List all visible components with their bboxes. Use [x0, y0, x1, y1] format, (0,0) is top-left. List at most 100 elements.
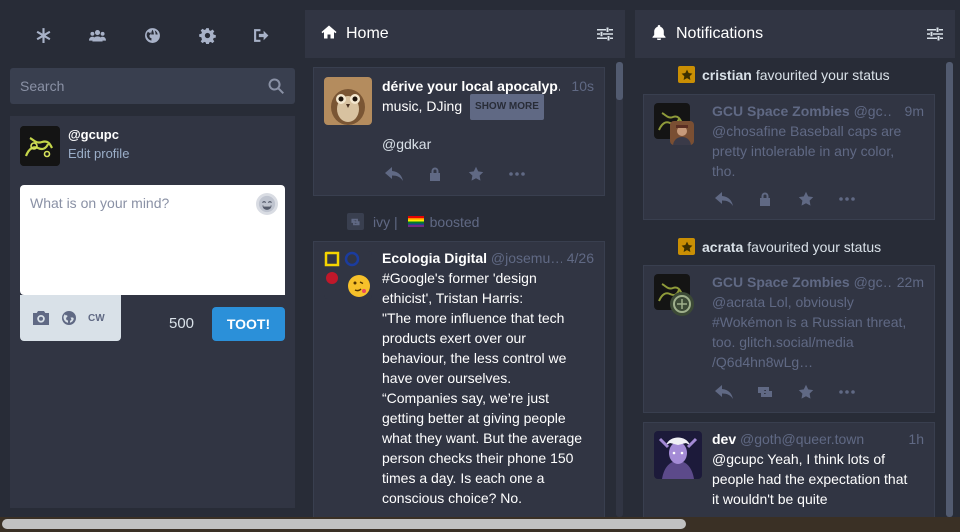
favourite-prepend: acrata favourited your status	[678, 238, 881, 255]
more-icon[interactable]	[837, 197, 857, 201]
star-icon[interactable]	[466, 166, 486, 182]
status-content: @gcupc Yeah, I think lots of people had …	[712, 449, 934, 509]
notification-status-card[interactable]: dev @goth@queer.town 1h @gcupc Yeah, I t…	[643, 422, 935, 517]
status-line: conscious choice? No.	[382, 490, 523, 506]
scrollbar-thumb[interactable]	[2, 519, 686, 529]
status-line: person checks their phone 150	[382, 450, 574, 466]
search-icon[interactable]	[267, 77, 285, 95]
status-spoiler: music, DJing SHOW MORE	[382, 94, 602, 120]
status-display-name[interactable]: dérive your local apocalyp…	[382, 78, 560, 94]
content-warning-toggle[interactable]: CW	[88, 313, 105, 324]
camera-icon[interactable]	[32, 310, 50, 326]
column-title: Notifications	[676, 25, 764, 42]
toot-button[interactable]: TOOT!	[212, 307, 285, 341]
globe-privacy-icon[interactable]	[61, 310, 77, 326]
notification-account[interactable]: acrata	[702, 239, 743, 255]
favourite-star-icon	[678, 66, 695, 83]
status-display-name[interactable]: GCU Space Zombies @gc…	[712, 103, 892, 119]
mention-link[interactable]: @gdkar	[382, 136, 431, 152]
scrollbar-thumb[interactable]	[616, 62, 623, 100]
status-card[interactable]: Ecologia Digital @josemu… 4/26 #Google's…	[313, 241, 605, 517]
home-column-header[interactable]: Home	[305, 10, 625, 58]
status-content: #Google's former 'design ethicist', Tris…	[382, 268, 604, 508]
gear-icon[interactable]	[193, 21, 221, 49]
account-handle[interactable]: @josemu…	[491, 250, 562, 266]
edit-profile-link[interactable]: Edit profile	[68, 146, 129, 161]
display-name[interactable]: GCU Space Zombies	[712, 274, 850, 290]
boost-icon[interactable]	[755, 385, 775, 399]
status-line: have over ourselves.	[382, 370, 512, 386]
status-action-bar	[384, 166, 548, 182]
status-line: products exert over our	[382, 330, 526, 346]
account-handle[interactable]: @gc…	[854, 274, 892, 290]
status-line: behaviour, the less control we	[382, 350, 567, 366]
status-line: ethicist', Tristan Harris:	[382, 290, 524, 306]
avatar[interactable]	[324, 77, 372, 125]
scrollbar-thumb[interactable]	[946, 62, 953, 517]
status-line: pretty intolerable in any color,	[712, 143, 895, 159]
notifications-column-header[interactable]: Notifications	[635, 10, 955, 58]
status-line: /Q6d4hn8wLg…	[712, 354, 814, 370]
account-handle[interactable]: @gc…	[854, 103, 892, 119]
search-input[interactable]	[10, 68, 295, 104]
status-line: #Wokémon is a Russian threat,	[712, 314, 907, 330]
status-timestamp[interactable]: 10s	[571, 78, 594, 94]
account-handle[interactable]: @goth@queer.town	[740, 431, 864, 447]
status-display-name[interactable]: GCU Space Zombies @gc…	[712, 274, 892, 290]
status-line: it wouldn't be quite	[712, 491, 828, 507]
notification-status-card[interactable]: GCU Space Zombies @gc… 9m @chosafine Bas…	[643, 94, 935, 220]
show-more-button[interactable]: SHOW MORE	[470, 94, 544, 120]
more-icon[interactable]	[507, 172, 527, 176]
column-settings-icon[interactable]	[597, 26, 613, 42]
status-timestamp[interactable]: 1h	[908, 431, 924, 447]
home-timeline: dérive your local apocalyp… 10s music, D…	[305, 58, 625, 517]
booster-name[interactable]: ivy |	[373, 214, 398, 230]
reply-icon[interactable]	[714, 385, 734, 399]
drawer-nav	[10, 10, 295, 60]
asterisk-icon[interactable]	[29, 21, 57, 49]
reply-icon[interactable]	[714, 192, 734, 206]
status-timestamp[interactable]: 9m	[905, 103, 924, 119]
avatar-small[interactable]	[670, 121, 694, 145]
display-name[interactable]: Ecologia Digital	[382, 250, 487, 266]
star-icon[interactable]	[796, 191, 816, 207]
reply-icon[interactable]	[384, 167, 404, 181]
sign-out-icon[interactable]	[248, 21, 276, 49]
status-line: tho.	[712, 163, 736, 179]
horizontal-scrollbar[interactable]	[0, 517, 960, 532]
avatar-small[interactable]	[670, 292, 694, 316]
spoiler-text: music, DJing	[382, 98, 463, 114]
status-content: @chosafine Baseball caps are pretty into…	[712, 121, 934, 181]
status-timestamp[interactable]: 22m	[897, 274, 924, 290]
compose-textarea[interactable]	[20, 185, 285, 295]
notification-status-card[interactable]: GCU Space Zombies @gc… 22m @acrata Lol, …	[643, 265, 935, 413]
notification-account[interactable]: cristian	[702, 67, 752, 83]
lock-icon	[755, 192, 775, 206]
avatar[interactable]	[654, 431, 702, 479]
rainbow-flag-icon	[407, 216, 424, 227]
notifications-scrollbar[interactable]	[946, 62, 953, 517]
column-settings-icon[interactable]	[927, 26, 943, 42]
favourite-prepend: cristian favourited your status	[678, 66, 890, 83]
globe-icon[interactable]	[138, 21, 166, 49]
home-scrollbar[interactable]	[616, 62, 623, 517]
boost-icon	[347, 213, 364, 230]
boosted-label: boosted	[429, 213, 480, 230]
display-name[interactable]: GCU Space Zombies	[712, 103, 850, 119]
status-timestamp[interactable]: 4/26	[567, 250, 594, 266]
status-line: @gcupc Yeah, I think lots of	[712, 451, 885, 467]
status-line: @chosafine Baseball caps are	[712, 123, 902, 139]
status-display-name[interactable]: dev @goth@queer.town	[712, 431, 892, 447]
status-content: @gdkar	[382, 134, 431, 154]
status-card[interactable]: dérive your local apocalyp… 10s music, D…	[313, 67, 605, 196]
emoji-picker-icon[interactable]	[256, 193, 278, 215]
more-icon[interactable]	[837, 390, 857, 394]
status-display-name[interactable]: Ecologia Digital @josemu…	[382, 250, 562, 266]
users-icon[interactable]	[84, 21, 112, 49]
display-name[interactable]: dev	[712, 431, 736, 447]
star-icon[interactable]	[796, 384, 816, 400]
avatar[interactable]	[20, 126, 60, 166]
status-line: too. glitch.social/media	[712, 334, 854, 350]
notification-action: favourited your status	[755, 66, 890, 83]
avatar[interactable]	[324, 251, 372, 299]
